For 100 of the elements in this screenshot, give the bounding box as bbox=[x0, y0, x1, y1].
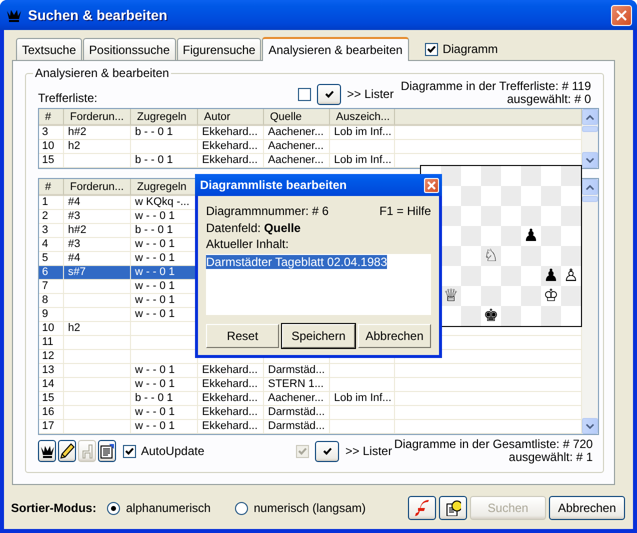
crown-icon bbox=[6, 8, 22, 22]
table-cell: b - - 0 1 bbox=[131, 154, 198, 167]
board-square[interactable] bbox=[441, 206, 461, 226]
table-cell: 13 bbox=[39, 364, 64, 377]
column-header[interactable]: # bbox=[39, 109, 64, 126]
table-cell: 2 bbox=[39, 210, 64, 223]
chess-piece[interactable]: ♔ bbox=[543, 288, 559, 304]
checkbox-label[interactable]: Diagramm bbox=[442, 42, 498, 56]
data-field-label: Datenfeld: Quelle bbox=[206, 221, 302, 237]
column-header[interactable]: Forderun... bbox=[64, 109, 131, 126]
dialog-button[interactable]: Abbrechen bbox=[358, 324, 431, 348]
table-row[interactable]: 16 w - - 0 1 Ekkehard... Darmstäd... bbox=[39, 406, 582, 420]
lister-link[interactable]: >> Lister bbox=[347, 87, 394, 101]
table-cell: Ekkehard... bbox=[198, 378, 264, 391]
column-header[interactable]: Auszeich... bbox=[330, 109, 395, 126]
tab[interactable]: Textsuche bbox=[16, 38, 82, 60]
scroll-thumb[interactable] bbox=[582, 126, 598, 132]
radio-label[interactable]: alphanumerisch bbox=[126, 501, 211, 515]
column-header[interactable]: Autor bbox=[198, 109, 264, 126]
table-cell: Ekkehard... bbox=[198, 420, 264, 433]
column-header[interactable]: Forderun... bbox=[64, 179, 131, 196]
chess-piece[interactable]: ♟ bbox=[523, 228, 539, 244]
table-cell: Ekkehard... bbox=[198, 364, 264, 377]
icon-button[interactable] bbox=[408, 496, 436, 520]
table-cell: Darmstäd... bbox=[264, 406, 330, 419]
select-checkbox[interactable] bbox=[298, 88, 311, 100]
scrollbar[interactable] bbox=[582, 179, 598, 434]
table-cell: 7 bbox=[39, 280, 64, 293]
table-cell: Ekkehard... bbox=[198, 140, 264, 153]
table-cell: Ekkehard... bbox=[198, 154, 264, 167]
radio-label[interactable]: numerisch (langsam) bbox=[254, 501, 366, 515]
table-cell: 15 bbox=[39, 392, 64, 405]
table-row[interactable]: 3 h#2 b - - 0 1 Ekkehard... Aachener... Lob im Inf... bbox=[39, 126, 582, 140]
scroll-up-button[interactable] bbox=[582, 109, 598, 125]
table-cell: 1 bbox=[39, 196, 64, 209]
close-button[interactable] bbox=[424, 178, 439, 192]
table-cell: h#2 bbox=[64, 126, 131, 139]
table-cell: b - - 0 1 bbox=[131, 126, 198, 139]
table-cell: Aachener... bbox=[264, 126, 330, 139]
table-cell: 3 bbox=[39, 126, 64, 139]
help-icon bbox=[445, 500, 461, 516]
table-row[interactable]: 10 h2 Ekkehard... Aachener... bbox=[39, 140, 582, 154]
tab[interactable]: Positionssuche bbox=[83, 38, 176, 60]
tab[interactable]: Figurensuche bbox=[176, 38, 262, 60]
tool-button[interactable] bbox=[58, 440, 76, 462]
table-row[interactable]: 15 b - - 0 1 Ekkehard... Aachener... Lob im Inf... bbox=[39, 392, 582, 406]
tool-button[interactable] bbox=[98, 440, 116, 462]
table-row[interactable]: 17 w - - 0 1 Ekkehard... Darmstäd... bbox=[39, 420, 582, 434]
table-cell: Lob im Inf... bbox=[330, 126, 395, 139]
chess-piece[interactable]: ♚ bbox=[483, 308, 499, 324]
table-cell: h2 bbox=[64, 322, 131, 335]
pencil-icon bbox=[59, 443, 75, 459]
scroll-down-button[interactable] bbox=[582, 418, 598, 434]
help-hint: F1 = Hilfe bbox=[379, 204, 431, 220]
table-cell: 15 bbox=[39, 154, 64, 167]
table-row[interactable]: 13 w - - 0 1 Ekkehard... Darmstäd... bbox=[39, 364, 582, 378]
board-square[interactable] bbox=[441, 166, 461, 186]
column-header[interactable]: Zugregeln bbox=[131, 109, 198, 126]
diagram-checkbox[interactable] bbox=[424, 42, 438, 56]
auto-update-checkbox[interactable] bbox=[123, 444, 136, 458]
check-icon bbox=[125, 446, 134, 456]
action-button[interactable]: Abbrechen bbox=[549, 496, 625, 520]
table-cell: w - - 0 1 bbox=[131, 406, 198, 419]
scroll-up-button[interactable] bbox=[582, 179, 598, 195]
hit-count: Diagramme in der Trefferliste: # 119 bbox=[400, 80, 591, 93]
flash-icon bbox=[414, 500, 430, 516]
content-field[interactable]: Darmstädter Tageblatt 02.04.1983 bbox=[206, 254, 431, 315]
tool-button[interactable] bbox=[38, 440, 56, 462]
table-cell: Darmstäd... bbox=[264, 420, 330, 433]
checkbox-label[interactable]: AutoUpdate bbox=[141, 444, 204, 458]
total-count: Diagramme in der Gesamtliste: # 720 bbox=[394, 438, 593, 451]
radio-button[interactable] bbox=[234, 502, 248, 514]
table-cell: Ekkehard... bbox=[198, 126, 264, 139]
table-cell: #4 bbox=[64, 252, 131, 265]
table-cell: Ekkehard... bbox=[198, 406, 264, 419]
close-button[interactable] bbox=[611, 4, 632, 26]
table-cell: 12 bbox=[39, 350, 64, 363]
icon-button[interactable] bbox=[439, 496, 467, 520]
radio-button[interactable] bbox=[107, 502, 120, 514]
table-cell: Darmstäd... bbox=[264, 364, 330, 377]
column-header[interactable]: Zugregeln bbox=[131, 179, 198, 196]
table-cell: #3 bbox=[64, 238, 131, 251]
tab[interactable]: Analysieren & bearbeiten bbox=[262, 37, 409, 61]
table-row[interactable]: 14 w - - 0 1 Ekkehard... STERN 1... bbox=[39, 378, 582, 392]
content-label: Aktueller Inhalt: bbox=[206, 237, 290, 253]
scrollbar[interactable] bbox=[582, 109, 598, 168]
board-square[interactable] bbox=[441, 246, 461, 266]
scroll-thumb[interactable] bbox=[582, 196, 598, 202]
check-button[interactable] bbox=[317, 84, 341, 104]
selected-count: ausgewählt: # 0 bbox=[506, 93, 591, 106]
dialog-button[interactable]: Speichern bbox=[282, 324, 355, 348]
document-icon bbox=[99, 443, 115, 459]
scroll-down-button[interactable] bbox=[582, 152, 598, 168]
column-header[interactable]: # bbox=[39, 179, 64, 196]
check-button[interactable] bbox=[315, 440, 340, 462]
lister-link[interactable]: >> Lister bbox=[345, 444, 392, 458]
table-cell: 14 bbox=[39, 378, 64, 391]
chess-piece[interactable]: ♙ bbox=[563, 268, 579, 284]
column-header[interactable]: Quelle bbox=[264, 109, 330, 126]
dialog-button[interactable]: Reset bbox=[206, 324, 279, 348]
